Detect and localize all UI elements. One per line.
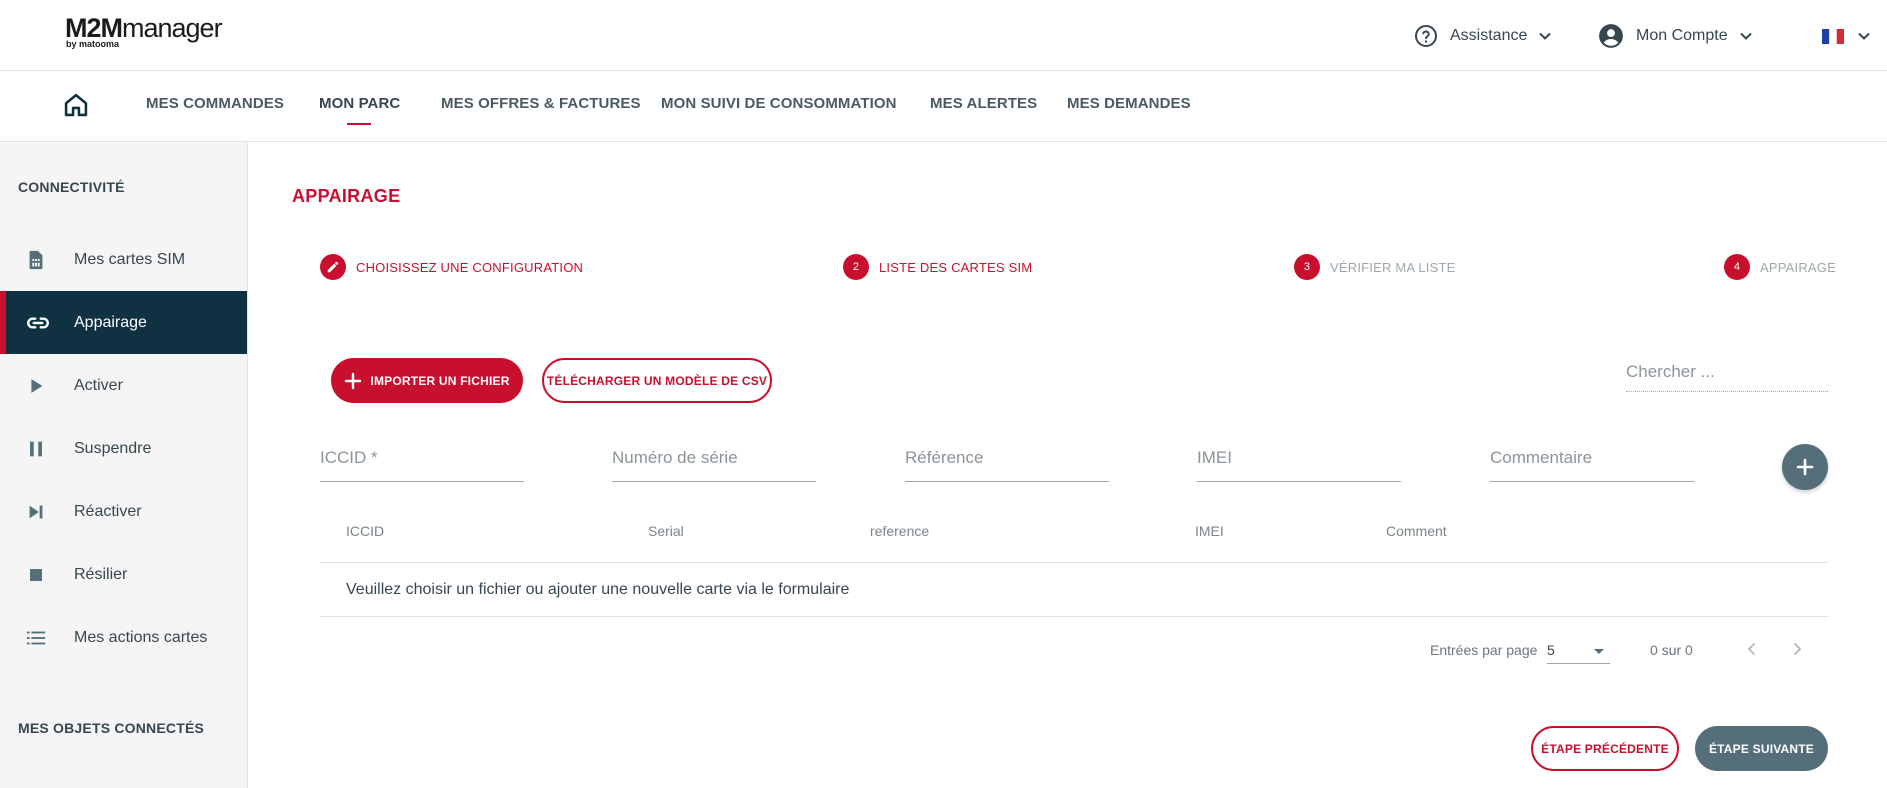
reference-field[interactable]: Référence bbox=[905, 448, 1109, 482]
plus-icon bbox=[344, 372, 362, 390]
download-csv-template-button[interactable]: TÉLÉCHARGER UN MODÈLE DE CSV bbox=[542, 358, 772, 403]
page-title: APPAIRAGE bbox=[292, 186, 401, 206]
next-step-button[interactable]: ÉTAPE SUIVANTE bbox=[1695, 726, 1828, 771]
stop-icon bbox=[25, 564, 65, 586]
sidebar-item-label: Mes actions cartes bbox=[74, 628, 208, 646]
previous-step-label: ÉTAPE PRÉCÉDENTE bbox=[1541, 741, 1669, 756]
step-label: APPAIRAGE bbox=[1760, 259, 1836, 275]
step-number: 4 bbox=[1724, 254, 1750, 280]
step-label: VÉRIFIER MA LISTE bbox=[1330, 259, 1456, 275]
sidebar-item-label: Réactiver bbox=[74, 502, 142, 520]
logo-main-light: manager bbox=[122, 13, 223, 43]
skip-next-icon bbox=[25, 501, 65, 523]
download-csv-label: TÉLÉCHARGER UN MODÈLE DE CSV bbox=[546, 373, 768, 388]
step-label: CHOISISSEZ UNE CONFIGURATION bbox=[356, 259, 584, 275]
serial-number-placeholder: Numéro de série bbox=[612, 448, 738, 467]
sidebar-item-label: Appairage bbox=[74, 313, 147, 331]
pause-icon bbox=[25, 438, 65, 460]
sidebar-item-mes-actions-cartes[interactable]: Mes actions cartes bbox=[0, 606, 247, 669]
chevron-left-icon[interactable] bbox=[1743, 640, 1761, 663]
step-number: 2 bbox=[843, 254, 869, 280]
import-file-button[interactable]: IMPORTER UN FICHIER bbox=[331, 358, 523, 403]
column-header-reference[interactable]: reference bbox=[870, 523, 929, 539]
account-label: Mon Compte bbox=[1636, 27, 1728, 44]
language-selector[interactable] bbox=[1822, 20, 1872, 52]
per-page-label: Entrées par page bbox=[1430, 642, 1538, 658]
step-2[interactable]: 2 LISTE DES CARTES SIM bbox=[843, 254, 1032, 280]
column-header-iccid[interactable]: ICCID bbox=[346, 523, 384, 539]
edit-pencil-icon bbox=[320, 254, 346, 280]
help-circle-icon bbox=[1414, 24, 1438, 48]
nav-mes-demandes[interactable]: MES DEMANDES bbox=[1067, 95, 1191, 112]
main-content: APPAIRAGE CHOISISSEZ UNE CONFIGURATION 2… bbox=[248, 142, 1887, 788]
plus-icon bbox=[1795, 457, 1815, 477]
imei-field[interactable]: IMEI bbox=[1197, 448, 1401, 482]
search-input[interactable]: Chercher ... bbox=[1626, 360, 1828, 392]
list-icon bbox=[25, 627, 65, 649]
search-placeholder: Chercher ... bbox=[1626, 362, 1715, 381]
table-divider bbox=[320, 562, 1828, 563]
sidebar: CONNECTIVITÉ Mes cartes SIM Appairage Ac… bbox=[0, 142, 248, 788]
per-page-value: 5 bbox=[1547, 642, 1555, 658]
nav-mes-offres-factures[interactable]: MES OFFRES & FACTURES bbox=[441, 95, 641, 112]
previous-step-button[interactable]: ÉTAPE PRÉCÉDENTE bbox=[1531, 726, 1679, 771]
sidebar-item-suspendre[interactable]: Suspendre bbox=[0, 417, 247, 480]
per-page-select[interactable]: 5 bbox=[1547, 638, 1610, 664]
sidebar-section-connectivite: CONNECTIVITÉ bbox=[18, 179, 125, 195]
home-icon[interactable] bbox=[62, 91, 90, 124]
account-circle-icon bbox=[1598, 23, 1624, 49]
caret-down-icon bbox=[1594, 649, 1604, 654]
sidebar-item-reactiver[interactable]: Réactiver bbox=[0, 480, 247, 543]
account-menu[interactable]: Mon Compte bbox=[1598, 20, 1754, 52]
step-number: 3 bbox=[1294, 254, 1320, 280]
link-icon bbox=[25, 310, 65, 336]
sidebar-item-label: Mes cartes SIM bbox=[74, 250, 186, 268]
play-icon bbox=[25, 375, 65, 397]
step-label: LISTE DES CARTES SIM bbox=[879, 259, 1033, 275]
serial-number-field[interactable]: Numéro de série bbox=[612, 448, 816, 482]
add-card-button[interactable] bbox=[1782, 444, 1828, 490]
chevron-down-icon bbox=[1856, 28, 1872, 44]
comment-field[interactable]: Commentaire bbox=[1490, 448, 1694, 482]
iccid-placeholder: ICCID * bbox=[320, 448, 378, 467]
nav-mon-suivi-consommation[interactable]: MON SUIVI DE CONSOMMATION bbox=[661, 95, 897, 112]
top-bar: M2Mmanager by matooma Assistance Mon Com… bbox=[0, 0, 1887, 71]
sidebar-item-label: Suspendre bbox=[74, 439, 152, 457]
sim-card-icon bbox=[25, 249, 65, 271]
assistance-menu[interactable]: Assistance bbox=[1414, 20, 1553, 52]
sidebar-item-label: Activer bbox=[74, 376, 123, 394]
flag-fr-icon bbox=[1822, 28, 1844, 44]
chevron-down-icon bbox=[1537, 28, 1553, 44]
chevron-right-icon[interactable] bbox=[1788, 640, 1806, 663]
nav-active-indicator bbox=[347, 123, 371, 125]
table-empty-message: Veuillez choisir un fichier ou ajouter u… bbox=[346, 581, 850, 598]
pagination-range: 0 sur 0 bbox=[1650, 642, 1693, 658]
sidebar-item-activer[interactable]: Activer bbox=[0, 354, 247, 417]
imei-placeholder: IMEI bbox=[1197, 448, 1232, 467]
column-header-serial[interactable]: Serial bbox=[648, 523, 684, 539]
nav-mon-parc[interactable]: MON PARC bbox=[319, 95, 400, 112]
next-step-label: ÉTAPE SUIVANTE bbox=[1708, 741, 1815, 756]
import-file-label: IMPORTER UN FICHIER bbox=[370, 373, 510, 388]
nav-mes-commandes[interactable]: MES COMMANDES bbox=[146, 95, 284, 112]
assistance-label: Assistance bbox=[1450, 27, 1528, 44]
column-header-comment[interactable]: Comment bbox=[1386, 523, 1447, 539]
step-4[interactable]: 4 APPAIRAGE bbox=[1724, 254, 1836, 280]
sidebar-item-mes-cartes-sim[interactable]: Mes cartes SIM bbox=[0, 228, 247, 291]
sidebar-item-resilier[interactable]: Résilier bbox=[0, 543, 247, 606]
table-divider bbox=[320, 616, 1828, 617]
step-1[interactable]: CHOISISSEZ UNE CONFIGURATION bbox=[320, 254, 583, 280]
iccid-field[interactable]: ICCID * bbox=[320, 448, 524, 482]
logo[interactable]: M2Mmanager by matooma bbox=[65, 13, 223, 49]
comment-placeholder: Commentaire bbox=[1490, 448, 1593, 467]
sidebar-section-objets-connectes: MES OBJETS CONNECTÉS bbox=[18, 720, 205, 736]
main-nav: MES COMMANDES MON PARC MES OFFRES & FACT… bbox=[0, 71, 1887, 142]
sidebar-item-label: Résilier bbox=[74, 565, 128, 583]
chevron-down-icon bbox=[1738, 28, 1754, 44]
sidebar-item-appairage[interactable]: Appairage bbox=[0, 291, 247, 354]
step-3[interactable]: 3 VÉRIFIER MA LISTE bbox=[1294, 254, 1456, 280]
nav-mes-alertes[interactable]: MES ALERTES bbox=[930, 95, 1037, 112]
column-header-imei[interactable]: IMEI bbox=[1195, 523, 1224, 539]
reference-placeholder: Référence bbox=[905, 448, 984, 467]
